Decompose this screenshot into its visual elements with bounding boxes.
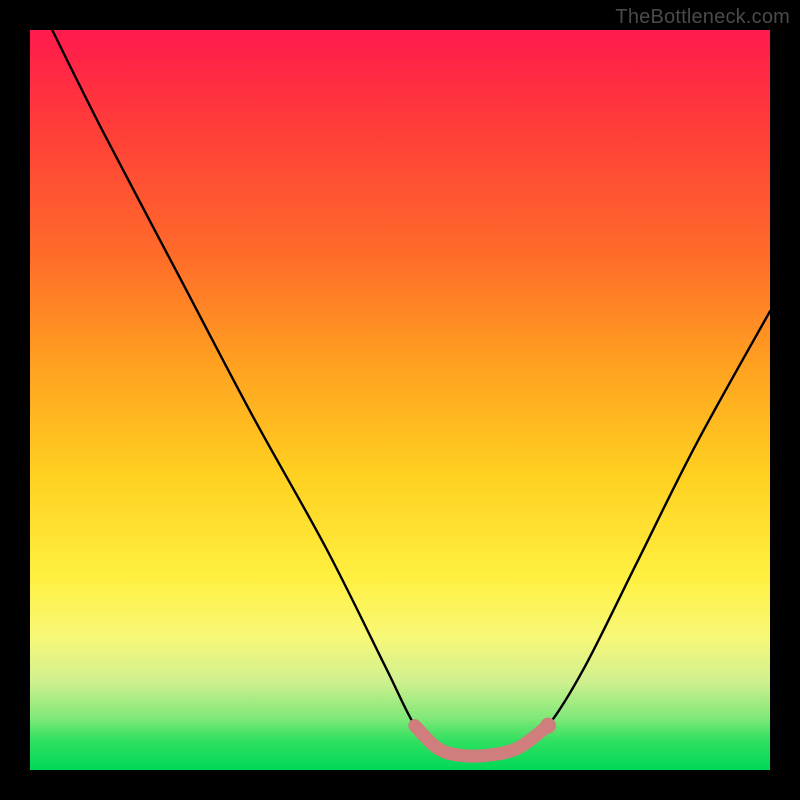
flat-highlight-path [415,726,548,757]
curve-layer [30,30,770,770]
chart-frame: TheBottleneck.com [0,0,800,800]
bottleneck-curve-path [52,30,770,756]
flat-highlight-end-dot [540,718,556,734]
watermark-text: TheBottleneck.com [615,6,790,29]
plot-area [30,30,770,770]
